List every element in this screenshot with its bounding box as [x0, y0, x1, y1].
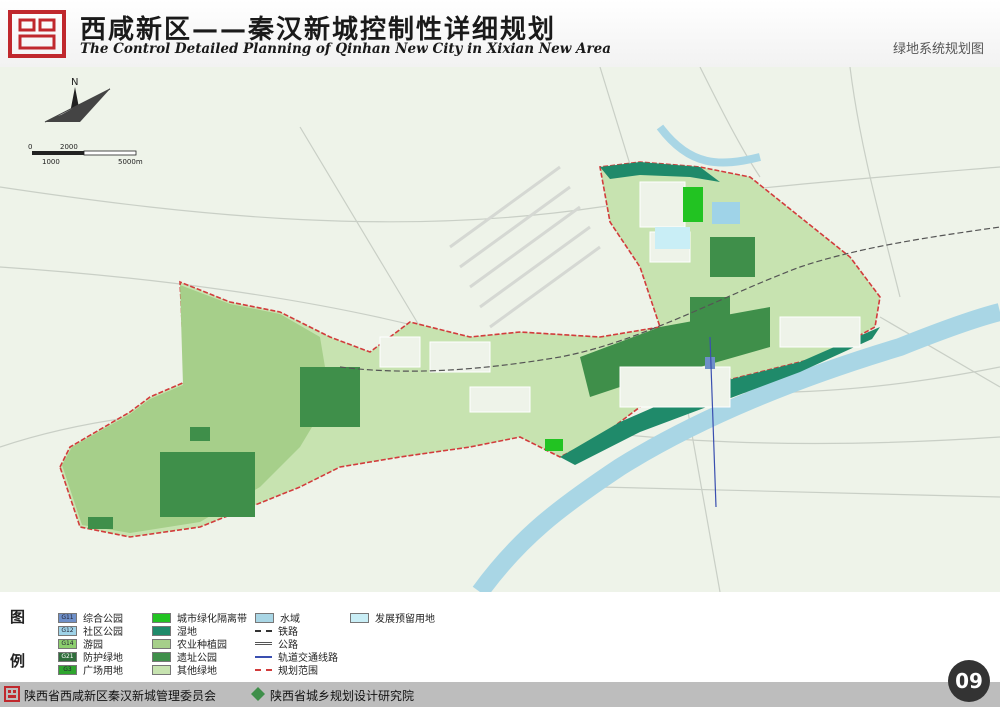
page-number: 09	[948, 660, 990, 702]
svg-text:2000: 2000	[60, 143, 78, 151]
airport	[449, 165, 601, 329]
relic-park-1	[160, 452, 255, 517]
legend-item: 规划范围	[255, 662, 318, 677]
institute-logo-icon	[251, 687, 265, 701]
svg-text:1000: 1000	[42, 158, 60, 166]
seal-logo-icon	[8, 10, 66, 58]
seal-logo-icon	[4, 686, 20, 702]
relic-park-6	[710, 237, 755, 277]
green-space-map: N 0 2000 1000 5000m	[0, 67, 1000, 592]
svg-text:5000m: 5000m	[118, 158, 143, 166]
legend-title-top: 图	[10, 608, 26, 626]
sheet-title: 绿地系统规划图	[892, 42, 984, 57]
relic-park-7	[690, 297, 730, 327]
page-subtitle: The Control Detailed Planning of Qinhan …	[80, 41, 611, 57]
comprehensive-park	[705, 357, 715, 369]
map-canvas: N 0 2000 1000 5000m	[0, 67, 1000, 592]
jing-river	[656, 124, 761, 167]
relic-park-3	[190, 427, 210, 441]
legend-title-bottom: 例	[10, 652, 26, 670]
legend-item: 其他绿地	[152, 662, 217, 677]
legend-item: G3 广场用地	[58, 662, 123, 677]
relic-park-4	[88, 517, 113, 529]
north-arrow-icon	[44, 87, 111, 123]
footer-organization: 陕西省西咸新区秦汉新城管理委员会	[24, 689, 217, 703]
legend	[0, 592, 1000, 682]
reserve-land	[655, 227, 690, 249]
community-park	[712, 202, 740, 224]
scale-bar: 0 2000 1000 5000m	[28, 143, 143, 166]
footer-institute: 陕西省城乡规划设计研究院	[270, 689, 415, 703]
title-bar: 西咸新区——秦汉新城控制性详细规划 The Control Detailed P…	[0, 0, 1000, 68]
svg-text:0: 0	[28, 143, 32, 151]
legend-item: 发展预留用地	[350, 610, 435, 625]
green-belt-2	[545, 439, 563, 451]
green-belt-1	[683, 187, 703, 222]
north-label: N	[71, 77, 78, 88]
relic-park-2	[300, 367, 360, 427]
footer: 陕西省西咸新区秦汉新城管理委员会 陕西省城乡规划设计研究院	[0, 682, 1000, 707]
